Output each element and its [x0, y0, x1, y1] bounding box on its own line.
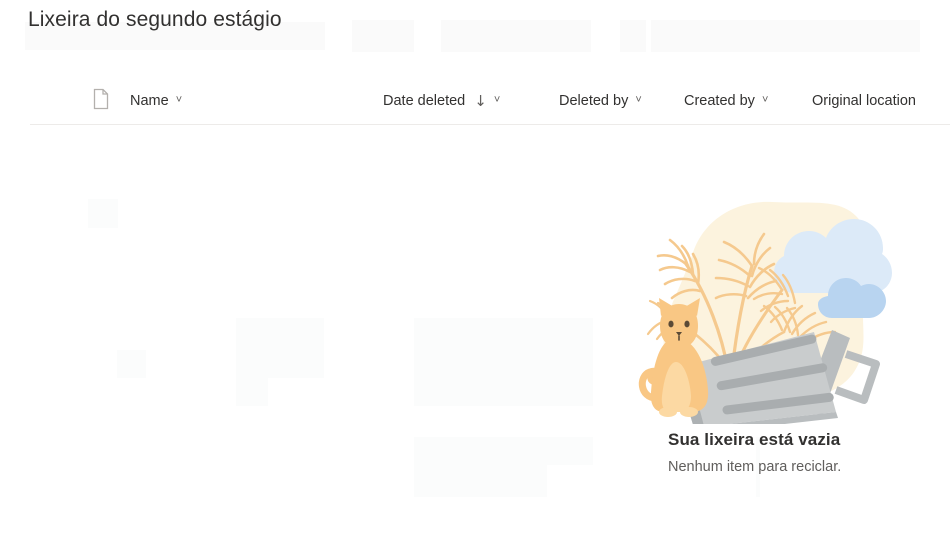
chevron-down-icon: ˅	[175, 93, 183, 106]
column-header-date-deleted[interactable]: Date deleted ↓ ˅	[383, 84, 500, 118]
placeholder-block	[414, 318, 593, 406]
placeholder-block	[414, 465, 547, 497]
column-header-row: Name ˅ Date deleted ↓ ˅ Deleted by ˅ Cre…	[0, 84, 950, 124]
empty-recycle-bin-illustration	[638, 201, 892, 424]
empty-state-subtitle: Nenhum item para reciclar.	[668, 459, 842, 475]
page-title: Lixeira do segundo estágio	[28, 8, 282, 31]
column-label: Original location	[812, 93, 916, 109]
chevron-down-icon: ˅	[493, 93, 501, 106]
placeholder-block	[414, 437, 593, 465]
column-label: Deleted by	[559, 93, 629, 109]
header-divider	[30, 124, 950, 125]
sort-descending-icon: ↓	[474, 91, 487, 110]
column-label: Date deleted	[383, 93, 466, 109]
placeholder-block	[117, 350, 146, 378]
column-label: Name	[130, 93, 169, 109]
column-header-deleted-by[interactable]: Deleted by ˅	[559, 84, 642, 118]
placeholder-block	[236, 378, 268, 406]
column-header-created-by[interactable]: Created by ˅	[684, 84, 768, 118]
column-label: Created by	[684, 93, 755, 109]
empty-state: Sua lixeira está vazia Nenhum item para …	[632, 186, 902, 475]
empty-state-title: Sua lixeira está vazia	[668, 430, 841, 449]
chevron-down-icon: ˅	[761, 93, 769, 106]
toolbar: Lixeira do segundo estágio	[0, 0, 950, 58]
document-icon[interactable]	[92, 88, 110, 110]
column-header-name[interactable]: Name ˅	[130, 84, 182, 118]
placeholder-block	[236, 318, 324, 378]
column-header-original-location[interactable]: Original location	[812, 84, 916, 118]
chevron-down-icon: ˅	[635, 93, 642, 106]
placeholder-block	[88, 199, 118, 228]
